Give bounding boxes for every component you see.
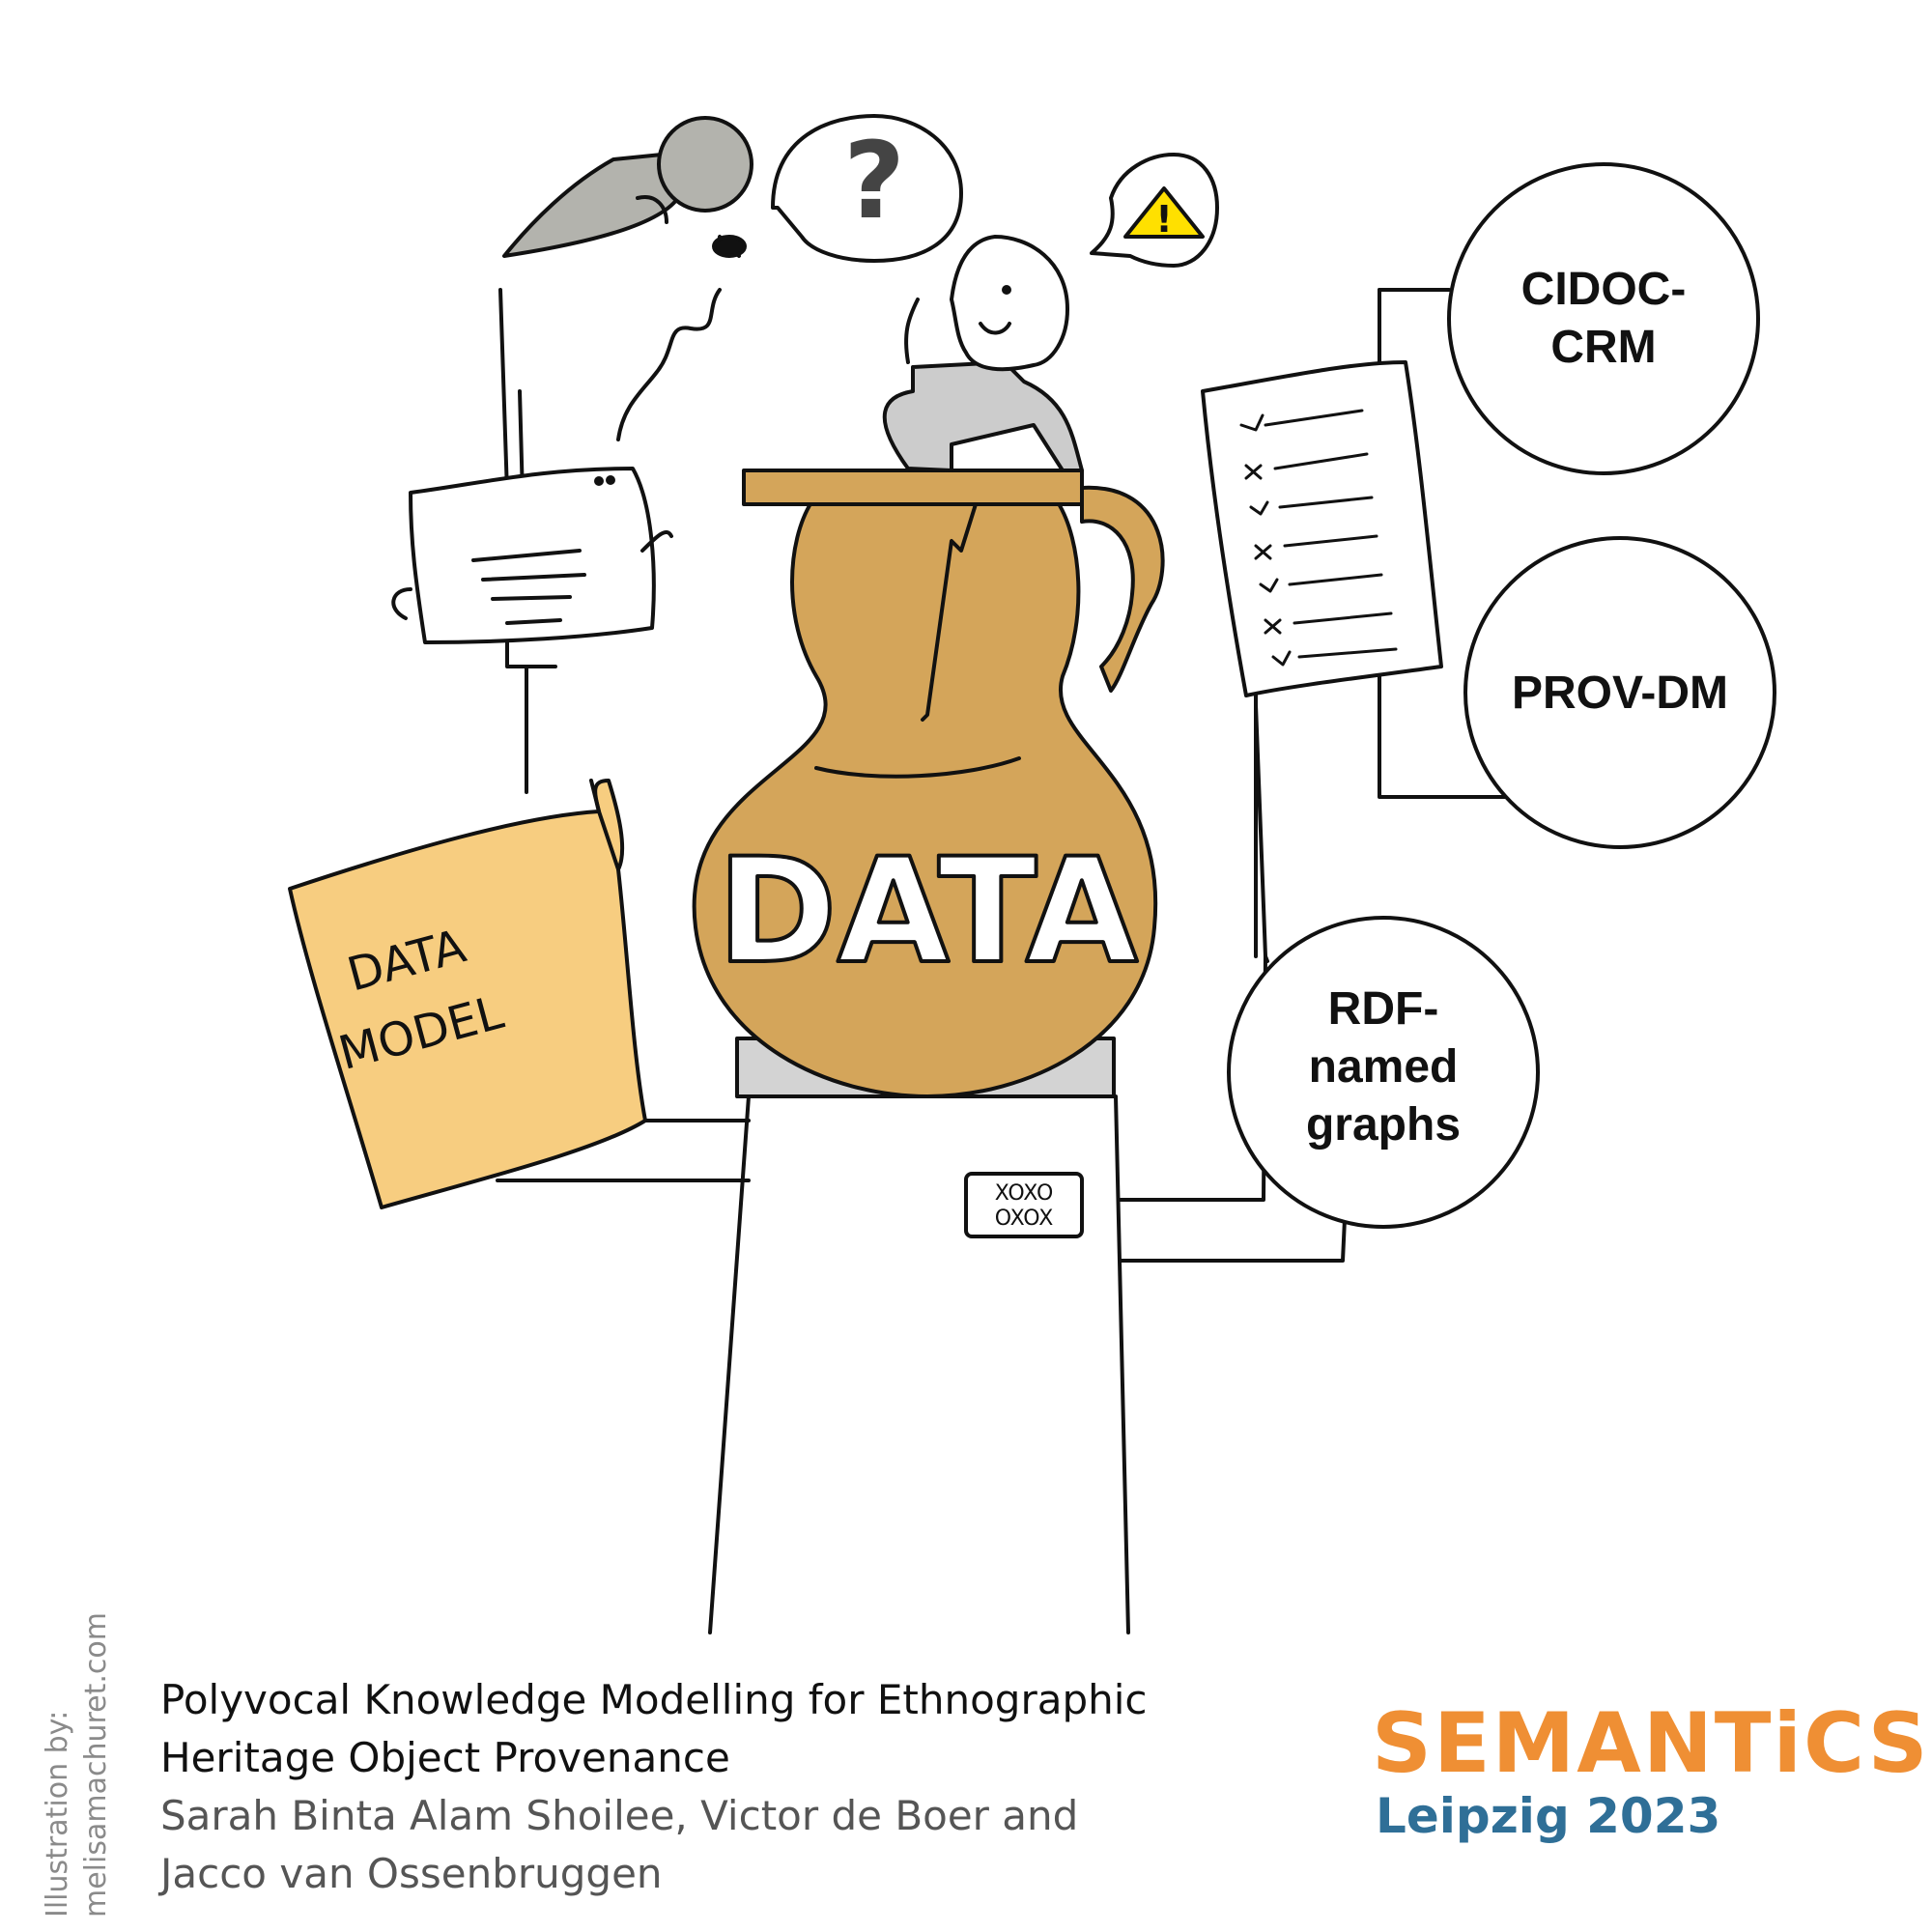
credit-line2: melisamachuret.com [79,1612,113,1918]
cidoc-crm-circle: CIDOC- CRM [1447,162,1760,475]
semantics-logo: SEMANTiCS Leipzig 2023 [1372,1695,1930,1845]
data-jug: DATA [692,469,1165,1098]
warning-mark: ! [1155,198,1172,241]
question-bubble: ? [771,114,963,263]
person [882,235,1084,472]
caption: Polyvocal Knowledge Modelling for Ethnog… [160,1671,1300,1903]
data-model-folder: DATA MODEL [288,779,647,1209]
prov-dm-circle: PROV-DM [1463,536,1776,849]
warning-bubble: ! [1090,153,1219,268]
rdf-label-line1: RDF- [1328,983,1439,1035]
prov-label: PROV-DM [1512,668,1728,719]
rdf-named-graphs-circle: RDF- named graphs [1227,916,1540,1229]
jug-rim [742,469,1084,506]
caption-authors-line2: Jacco van Ossenbruggen [160,1850,663,1897]
microphone-icon [712,235,747,258]
plinth: XOXO OXOX [708,1037,1130,1634]
logo-name: SEMANTiCS [1372,1695,1930,1792]
question-mark-icon: ? [843,119,905,242]
rdf-label-line2: named [1309,1041,1459,1093]
credit-line1: Illustration by: [41,1710,74,1918]
caption-title-line2: Heritage Object Provenance [160,1734,730,1781]
logo-event: Leipzig 2023 [1376,1788,1721,1844]
illustration-credit: Illustration by: melisamachuret.com [39,1570,116,1918]
rdf-label-line3: graphs [1306,1099,1461,1151]
cidoc-label-line2: CRM [1550,322,1656,373]
illustration: XOXO OXOX DATA ? ! DATA MODEL CIDOC- CRM… [288,114,1776,1634]
caption-title-line1: Polyvocal Knowledge Modelling for Ethnog… [160,1676,1148,1723]
checklist-document [1201,360,1443,958]
label-tag-row1: XOXO [995,1181,1054,1206]
lamp [502,116,753,441]
caption-authors-line1: Sarah Binta Alam Shoilee, Victor de Boer… [160,1792,1079,1839]
document-character [391,467,673,668]
jug-label: DATA [717,828,1138,996]
label-tag-row2: OXOX [995,1207,1054,1231]
cidoc-label-line1: CIDOC- [1521,264,1687,315]
